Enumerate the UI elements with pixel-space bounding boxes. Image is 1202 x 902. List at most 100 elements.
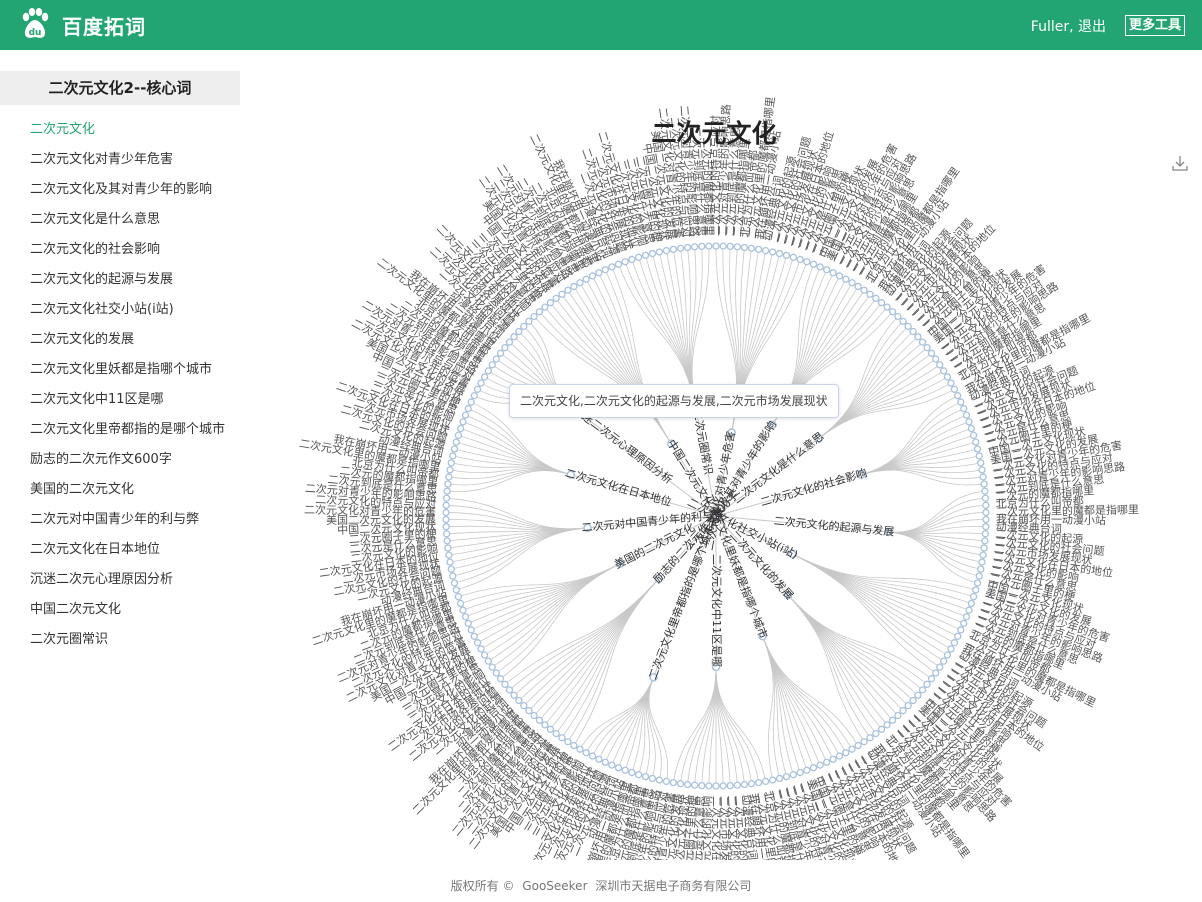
leaf-node[interactable] — [564, 286, 572, 294]
leaf-node[interactable] — [872, 729, 880, 738]
leaf-node[interactable] — [978, 466, 986, 474]
leaf-node[interactable] — [981, 530, 990, 538]
leaf-node[interactable] — [866, 734, 874, 742]
leaf-node[interactable] — [641, 772, 650, 781]
leaf-node[interactable] — [979, 473, 987, 481]
leaf-node[interactable] — [909, 327, 917, 336]
leaf-node[interactable] — [932, 669, 940, 677]
leaf-node[interactable] — [662, 777, 671, 786]
leaf-node[interactable] — [980, 480, 988, 488]
keyword-item[interactable]: 中国二次元文化 — [0, 595, 240, 625]
leaf-node[interactable] — [520, 322, 528, 330]
leaf-node[interactable] — [530, 711, 538, 720]
leaf-node[interactable] — [515, 327, 523, 336]
user-logout-link[interactable]: Fuller, 退出 — [1031, 16, 1106, 36]
leaf-node[interactable] — [733, 781, 742, 789]
leaf-node[interactable] — [816, 263, 824, 271]
leaf-node[interactable] — [698, 781, 706, 790]
leaf-node[interactable] — [936, 361, 944, 369]
leaf-node[interactable] — [461, 411, 470, 419]
keyword-item[interactable]: 美国的二次元文化 — [0, 475, 240, 505]
leaf-node[interactable] — [635, 253, 643, 261]
leaf-node[interactable] — [860, 738, 868, 746]
leaf-node[interactable] — [461, 613, 470, 621]
leaf-node[interactable] — [570, 282, 578, 291]
leaf-node[interactable] — [975, 572, 983, 580]
leaf-node[interactable] — [608, 263, 616, 271]
leaf-node[interactable] — [877, 299, 886, 307]
leaf-node[interactable] — [803, 258, 811, 266]
leaf-node[interactable] — [947, 379, 955, 387]
leaf-node[interactable] — [614, 260, 623, 268]
leaf-node[interactable] — [965, 418, 973, 426]
leaf-node[interactable] — [614, 764, 623, 772]
leaf-node[interactable] — [883, 303, 891, 311]
leaf-node[interactable] — [842, 749, 850, 757]
leaf-node[interactable] — [576, 279, 584, 287]
leaf-node[interactable] — [552, 729, 560, 738]
leaf-node[interactable] — [492, 669, 500, 677]
leaf-node[interactable] — [932, 355, 940, 363]
leaf-node[interactable] — [927, 349, 936, 357]
leaf-node[interactable] — [927, 675, 936, 683]
leaf-node[interactable] — [525, 707, 533, 715]
leaf-node[interactable] — [501, 680, 509, 688]
leaf-node[interactable] — [546, 299, 555, 307]
leaf-node[interactable] — [899, 707, 907, 715]
leaf-node[interactable] — [960, 619, 968, 628]
leaf-node[interactable] — [676, 244, 685, 252]
leaf-node[interactable] — [459, 606, 467, 614]
leaf-node[interactable] — [967, 424, 976, 433]
leaf-node[interactable] — [454, 593, 462, 601]
leaf-node[interactable] — [982, 508, 990, 517]
leaf-node[interactable] — [683, 243, 692, 252]
leaf-node[interactable] — [835, 752, 844, 760]
keyword-item[interactable]: 二次元文化的社会影响 — [0, 235, 240, 265]
leaf-node[interactable] — [894, 711, 902, 720]
leaf-node[interactable] — [683, 780, 692, 789]
keyword-item[interactable]: 二次元文化在日本地位 — [0, 535, 240, 565]
leaf-node[interactable] — [628, 255, 636, 264]
baidu-paw-icon[interactable]: du — [18, 7, 52, 41]
leaf-node[interactable] — [940, 367, 948, 375]
leaf-node[interactable] — [515, 696, 523, 705]
keyword-item[interactable]: 二次元圈常识 — [0, 625, 240, 655]
leaf-node[interactable] — [866, 290, 874, 298]
leaf-node[interactable] — [943, 651, 952, 659]
leaf-node[interactable] — [899, 317, 907, 325]
leaf-node[interactable] — [444, 480, 452, 488]
leaf-node[interactable] — [712, 782, 720, 790]
leaf-node[interactable] — [588, 272, 597, 280]
leaf-node[interactable] — [860, 286, 868, 294]
leaf-node[interactable] — [775, 774, 784, 783]
leaf-node[interactable] — [904, 322, 912, 330]
leaf-node[interactable] — [442, 494, 451, 502]
keyword-item[interactable]: 二次元文化的发展 — [0, 325, 240, 355]
leaf-node[interactable] — [936, 663, 944, 671]
leaf-node[interactable] — [641, 251, 650, 260]
leaf-node[interactable] — [848, 745, 856, 753]
leaf-node[interactable] — [541, 303, 549, 311]
leaf-node[interactable] — [854, 282, 862, 291]
leaf-node[interactable] — [470, 392, 478, 400]
leaf-node[interactable] — [655, 776, 664, 784]
leaf-node[interactable] — [464, 404, 472, 413]
leaf-node[interactable] — [954, 632, 962, 640]
leaf-node[interactable] — [809, 260, 818, 268]
leaf-node[interactable] — [690, 243, 699, 251]
leaf-node[interactable] — [447, 459, 455, 467]
leaf-node[interactable] — [768, 248, 777, 256]
leaf-node[interactable] — [970, 593, 978, 601]
leaf-node[interactable] — [712, 242, 720, 250]
leaf-node[interactable] — [496, 675, 505, 683]
leaf-node[interactable] — [595, 755, 603, 763]
leaf-node[interactable] — [443, 487, 451, 495]
leaf-node[interactable] — [726, 781, 734, 790]
leaf-node[interactable] — [648, 249, 657, 258]
leaf-node[interactable] — [894, 312, 902, 321]
leaf-node[interactable] — [442, 508, 450, 517]
leaf-node[interactable] — [449, 452, 457, 460]
leaf-node[interactable] — [467, 626, 475, 634]
leaf-node[interactable] — [918, 338, 927, 346]
leaf-node[interactable] — [488, 361, 496, 369]
